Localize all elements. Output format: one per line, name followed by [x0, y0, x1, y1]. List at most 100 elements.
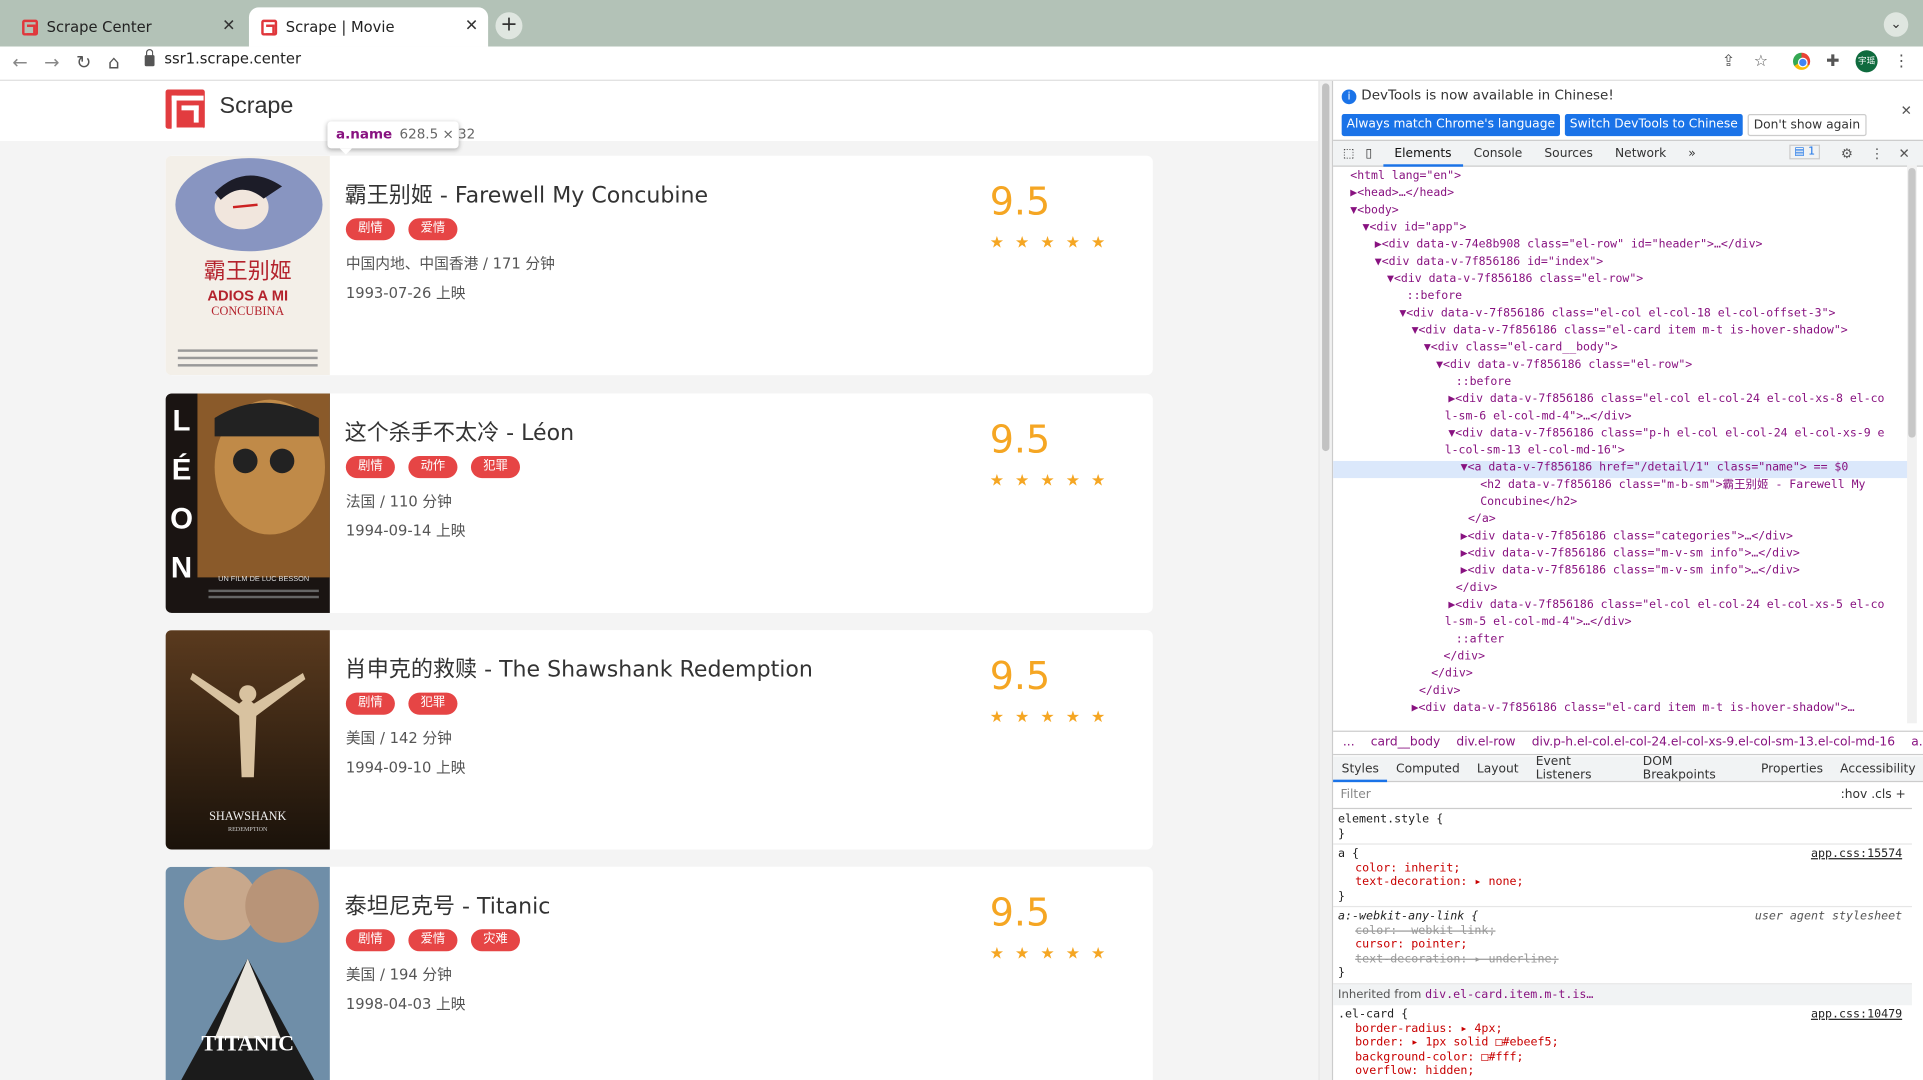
profile-avatar[interactable]: 宇瑶: [1855, 50, 1878, 73]
tab-styles[interactable]: Styles: [1333, 756, 1388, 782]
dom-line[interactable]: </div>: [1431, 666, 1473, 683]
inherited-from-link[interactable]: div.el-card.item.m-t.is…: [1425, 987, 1593, 1000]
dom-line[interactable]: ▶<div data-v-7f856186 class="el-col el-c…: [1448, 597, 1884, 614]
chrome-extension-icon[interactable]: [1792, 52, 1811, 70]
tab-accessibility[interactable]: Accessibility: [1832, 762, 1923, 775]
movie-title-link[interactable]: 霸王别姬 - Farewell My Concubine: [345, 178, 708, 210]
scrollbar-thumb[interactable]: [1322, 83, 1330, 452]
dom-line[interactable]: </div>: [1443, 649, 1485, 666]
dom-line[interactable]: ▼<div data-v-7f856186 class="el-row">: [1387, 271, 1643, 288]
css-property[interactable]: cursor: pointer;: [1338, 938, 1907, 952]
new-tab-button[interactable]: +: [495, 12, 523, 40]
category-tag[interactable]: 剧情: [345, 929, 395, 952]
home-icon[interactable]: ⌂: [108, 51, 120, 73]
dom-line[interactable]: ::before: [1456, 374, 1511, 391]
dom-line[interactable]: ▼<div data-v-7f856186 class="el-card ite…: [1412, 322, 1848, 339]
category-tag[interactable]: 犯罪: [408, 692, 458, 715]
rule-source-link[interactable]: app.css:10479: [1811, 1008, 1902, 1022]
breadcrumb-item[interactable]: card__body: [1371, 736, 1440, 749]
breadcrumb-item[interactable]: a.name: [1911, 736, 1923, 749]
dom-line[interactable]: <html lang="en">: [1350, 168, 1461, 185]
menu-kebab-icon[interactable]: ⋮: [1894, 53, 1910, 71]
dom-line[interactable]: ::before: [1407, 288, 1462, 305]
dom-line[interactable]: ▶<div data-v-74e8b908 class="el-row" id=…: [1375, 237, 1763, 254]
category-tag[interactable]: 爱情: [408, 929, 458, 952]
tab-network[interactable]: Network: [1604, 140, 1677, 166]
forward-icon[interactable]: →: [44, 51, 59, 73]
switch-chinese-button[interactable]: Switch DevTools to Chinese: [1564, 114, 1743, 137]
category-tag[interactable]: 爱情: [408, 218, 458, 241]
styles-filter-input[interactable]: Filter :hov .cls +: [1333, 785, 1912, 810]
css-property[interactable]: overflow: hidden;: [1338, 1064, 1907, 1078]
css-property[interactable]: background-color: □#fff;: [1338, 1050, 1907, 1064]
close-icon[interactable]: ✕: [1901, 103, 1912, 119]
back-icon[interactable]: ←: [12, 51, 27, 73]
css-property[interactable]: border: ▸ 1px solid □#ebeef5;: [1338, 1036, 1907, 1050]
issues-badge[interactable]: ▤ 1: [1789, 144, 1821, 160]
reload-icon[interactable]: ↻: [76, 51, 91, 73]
dom-line[interactable]: ▶<div data-v-7f856186 class="el-col el-c…: [1448, 391, 1884, 408]
dom-line[interactable]: ▶<div data-v-7f856186 class="m-v-sm info…: [1461, 563, 1800, 580]
element-style-rule[interactable]: element.style {}: [1333, 810, 1912, 845]
dom-line[interactable]: </div>: [1419, 683, 1461, 700]
extensions-icon[interactable]: ✚: [1826, 53, 1839, 71]
scrape-logo-icon[interactable]: [165, 89, 205, 133]
dom-line[interactable]: ▼<body>: [1350, 202, 1398, 219]
css-property[interactable]: color: -webkit-link;: [1338, 924, 1907, 938]
close-devtools-icon[interactable]: ✕: [1898, 146, 1909, 162]
dom-line[interactable]: ▼<div data-v-7f856186 class="el-col el-c…: [1399, 305, 1835, 322]
tab-properties[interactable]: Properties: [1752, 762, 1831, 775]
movie-title-link[interactable]: 肖申克的救赎 - The Shawshank Redemption: [345, 652, 813, 684]
css-rule-a[interactable]: a { app.css:15574 color: inherit; text-d…: [1333, 845, 1912, 908]
tab-search-icon[interactable]: ⌄: [1883, 12, 1909, 37]
style-filter-tools[interactable]: :hov .cls +: [1841, 788, 1906, 801]
rule-source-link[interactable]: app.css:15574: [1811, 847, 1902, 861]
shawshank-poster[interactable]: SHAWSHANK REDEMPTION: [165, 630, 330, 850]
bookmark-star-icon[interactable]: ☆: [1754, 53, 1768, 71]
dom-line[interactable]: ▶<head>…</head>: [1350, 185, 1454, 202]
css-property[interactable]: border-radius: ▸ 4px;: [1338, 1022, 1907, 1036]
category-tag[interactable]: 灾难: [470, 929, 520, 952]
tab-layout[interactable]: Layout: [1468, 762, 1527, 775]
titanic-poster[interactable]: TITANIC: [165, 866, 330, 1080]
dom-line[interactable]: </div>: [1456, 580, 1498, 597]
share-icon[interactable]: ⇪: [1722, 53, 1735, 71]
dom-line[interactable]: ▼<div class="el-card__body">: [1424, 340, 1618, 357]
tab-event-listeners[interactable]: Event Listeners: [1527, 755, 1634, 782]
settings-gear-icon[interactable]: ⚙: [1841, 146, 1853, 162]
breadcrumb-more[interactable]: ...: [1343, 736, 1355, 749]
dom-line[interactable]: </a>: [1468, 511, 1496, 528]
more-options-icon[interactable]: ⋮: [1870, 146, 1883, 162]
css-rule-el-card[interactable]: .el-card { app.css:10479 border-radius: …: [1333, 1005, 1912, 1080]
tab-dom-breakpoints[interactable]: DOM Breakpoints: [1634, 755, 1752, 782]
category-tag[interactable]: 剧情: [345, 692, 395, 715]
tab-scrape-movie[interactable]: Scrape | Movie ✕: [248, 7, 489, 47]
close-tab-icon[interactable]: ✕: [465, 17, 478, 35]
css-property[interactable]: text-decoration: ▸ underline;: [1338, 952, 1907, 966]
scrollbar-thumb[interactable]: [1908, 167, 1916, 438]
leon-poster[interactable]: L É O N UN FILM DE LUC BESSON: [165, 393, 330, 613]
css-rule-user-agent[interactable]: a:-webkit-any-link { user agent styleshe…: [1333, 907, 1912, 984]
dom-line[interactable]: ::after: [1456, 631, 1504, 648]
category-tag[interactable]: 动作: [408, 456, 458, 479]
category-tag[interactable]: 犯罪: [470, 456, 520, 479]
dom-line[interactable]: ▼<div data-v-7f856186 class="p-h el-col …: [1448, 425, 1884, 442]
category-tag[interactable]: 剧情: [345, 456, 395, 479]
dom-line[interactable]: ▶<div data-v-7f856186 class="el-card ite…: [1412, 700, 1855, 717]
farewell-my-concubine-poster[interactable]: 霸王别姬 ADIOS A MI CONCUBINA: [165, 155, 330, 376]
device-toolbar-icon[interactable]: ▯: [1366, 140, 1384, 166]
tab-elements[interactable]: Elements: [1383, 140, 1463, 167]
dom-line[interactable]: Concubine</h2>: [1480, 494, 1577, 511]
tab-console[interactable]: Console: [1463, 140, 1534, 166]
dom-line[interactable]: ▶<div data-v-7f856186 class="m-v-sm info…: [1461, 546, 1800, 563]
dom-line[interactable]: ▼<div data-v-7f856186 id="index">: [1375, 254, 1603, 271]
breadcrumb-item[interactable]: div.el-row: [1456, 736, 1515, 749]
tab-computed[interactable]: Computed: [1387, 762, 1468, 775]
close-tab-icon[interactable]: ✕: [222, 17, 235, 35]
dom-line[interactable]: l-sm-5 el-col-md-4">…</div>: [1445, 614, 1632, 631]
category-tag[interactable]: 剧情: [345, 218, 395, 241]
dom-tree-scrollbar[interactable]: [1907, 165, 1917, 724]
site-brand[interactable]: Scrape: [220, 93, 294, 120]
tab-sources[interactable]: Sources: [1533, 140, 1604, 166]
dom-line-selected[interactable]: ▼<a data-v-7f856186 href="/detail/1" cla…: [1461, 460, 1849, 477]
